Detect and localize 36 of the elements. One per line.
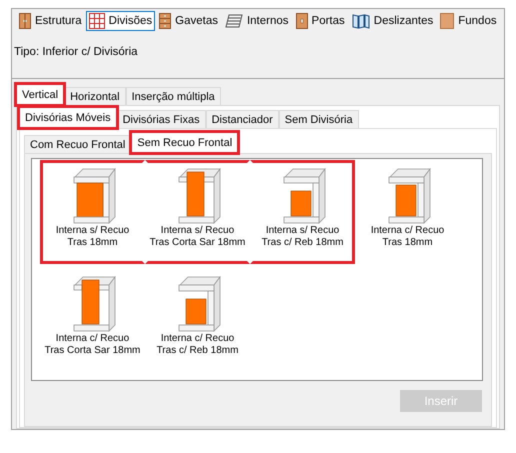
tab[interactable]: Horizontal xyxy=(64,87,126,105)
toolbar-button[interactable]: Portas xyxy=(292,11,348,31)
toolbar-button[interactable]: Estrutura xyxy=(16,11,85,31)
back-panel-icon xyxy=(440,13,454,29)
tab[interactable]: Com Recuo Frontal xyxy=(24,135,132,153)
list-item[interactable]: Interna c/ Recuo Tras 18mm xyxy=(355,160,460,264)
grid-icon xyxy=(88,13,105,29)
item-caption: Interna c/ Recuo Tras c/ Reb 18mm xyxy=(156,333,238,357)
list-item[interactable]: Interna c/ Recuo Tras c/ Reb 18mm xyxy=(145,268,250,372)
toolbar-button[interactable]: Fundos xyxy=(437,11,500,31)
tab[interactable]: Sem Divisória xyxy=(278,110,359,128)
tab[interactable]: Distanciador xyxy=(206,110,279,128)
list-item[interactable]: Interna s/ Recuo Tras 18mm xyxy=(40,160,145,264)
item-caption: Interna s/ Recuo Tras c/ Reb 18mm xyxy=(262,225,344,249)
shelves-icon xyxy=(224,14,243,28)
type-label: Tipo: Inferior c/ Divisória xyxy=(13,45,139,60)
drawers-icon xyxy=(159,13,172,29)
tab[interactable]: Inserção múltipla xyxy=(126,87,221,105)
item-caption: Interna c/ Recuo Tras Corta Sar 18mm xyxy=(44,333,140,357)
tab[interactable]: Divisórias Fixas xyxy=(116,110,206,128)
door-icon xyxy=(296,13,308,29)
list-item[interactable]: Interna s/ Recuo Tras Corta Sar 18mm xyxy=(145,160,250,264)
toolbar-button[interactable]: Deslizantes xyxy=(348,11,436,31)
tab[interactable]: Sem Recuo Frontal xyxy=(131,132,238,153)
tab[interactable]: Vertical xyxy=(16,84,64,105)
cabinet-icon xyxy=(19,13,31,29)
toolbar-button[interactable]: Internos xyxy=(222,12,292,30)
sliding-doors-icon xyxy=(352,13,370,29)
item-caption: Interna c/ Recuo Tras 18mm xyxy=(370,225,444,249)
list-item[interactable]: Interna s/ Recuo Tras c/ Reb 18mm xyxy=(250,160,355,264)
toolbar-button[interactable]: Gavetas xyxy=(156,11,221,31)
tab[interactable]: Divisórias Móveis xyxy=(19,107,117,128)
list-item[interactable]: Interna c/ Recuo Tras Corta Sar 18mm xyxy=(40,268,145,372)
toolbar-button[interactable]: Divisões xyxy=(86,11,156,31)
item-caption: Interna s/ Recuo Tras Corta Sar 18mm xyxy=(150,225,246,249)
item-caption: Interna s/ Recuo Tras 18mm xyxy=(56,225,130,249)
